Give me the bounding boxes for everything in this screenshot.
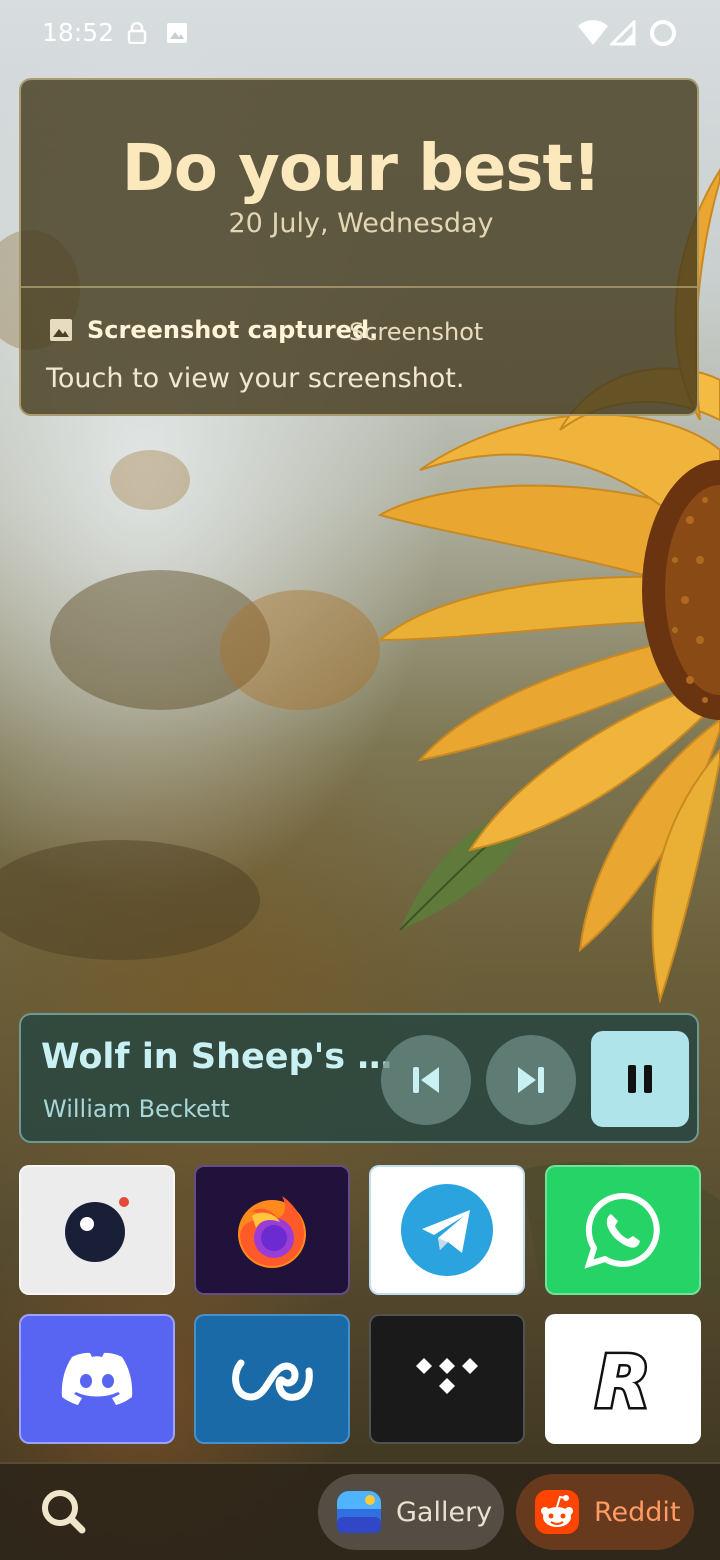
svg-text:R: R: [595, 1341, 650, 1417]
status-bar: 18:52: [0, 0, 720, 68]
status-time: 18:52: [42, 18, 115, 47]
skip-previous-icon: [413, 1067, 439, 1093]
image-icon: [167, 23, 187, 43]
widget-divider: [21, 286, 697, 288]
greeting-widget[interactable]: Do your best! 20 July, Wednesday Screens…: [19, 78, 699, 416]
wifi-icon: [578, 20, 608, 45]
notification-app-name: Screenshot: [349, 318, 484, 346]
reddit-app-icon: [535, 1490, 579, 1534]
cellular-signal-icon: [610, 20, 636, 46]
skip-next-icon: [518, 1067, 544, 1093]
gallery-shortcut[interactable]: Gallery: [318, 1474, 504, 1550]
revolut-app-icon: R: [593, 1341, 653, 1417]
tidal-app[interactable]: [369, 1314, 525, 1444]
pause-icon: [628, 1065, 652, 1093]
pause-button[interactable]: [591, 1031, 689, 1127]
gallery-label: Gallery: [396, 1496, 493, 1528]
previous-track-button[interactable]: [381, 1035, 471, 1125]
notification-body[interactable]: Touch to view your screenshot.: [46, 363, 464, 394]
reddit-label: Reddit: [594, 1496, 681, 1528]
whatsapp-app-icon: [584, 1192, 660, 1269]
lock-icon: [127, 22, 147, 44]
media-player-widget[interactable]: Wolf in Sheep's … William Beckett: [19, 1013, 699, 1143]
image-icon: [50, 319, 72, 341]
battery-ring-icon: [650, 20, 676, 46]
gallery-app-icon: [337, 1491, 381, 1533]
wallet-app[interactable]: [194, 1314, 350, 1444]
search-icon[interactable]: [40, 1488, 88, 1536]
discord-app[interactable]: [19, 1314, 175, 1444]
firefox-app-icon: [238, 1196, 306, 1268]
discord-app-icon: [61, 1352, 133, 1405]
camera-app[interactable]: [19, 1165, 175, 1295]
track-artist: William Beckett: [43, 1095, 230, 1123]
notification-title[interactable]: Screenshot captured.: [87, 316, 378, 344]
telegram-app[interactable]: [369, 1165, 525, 1295]
motto-text: Do your best!: [121, 132, 602, 206]
telegram-app-icon: [401, 1184, 493, 1276]
whatsapp-app[interactable]: [545, 1165, 701, 1295]
camera-app-icon: [65, 1197, 129, 1262]
tidal-app-icon: [416, 1358, 478, 1394]
date-text: 20 July, Wednesday: [228, 208, 494, 239]
firefox-app[interactable]: [194, 1165, 350, 1295]
next-track-button[interactable]: [486, 1035, 576, 1125]
reddit-shortcut[interactable]: Reddit: [516, 1474, 694, 1550]
infinity-app-icon: [232, 1359, 313, 1401]
revolut-app[interactable]: R: [545, 1314, 701, 1444]
track-title: Wolf in Sheep's …: [41, 1037, 393, 1077]
